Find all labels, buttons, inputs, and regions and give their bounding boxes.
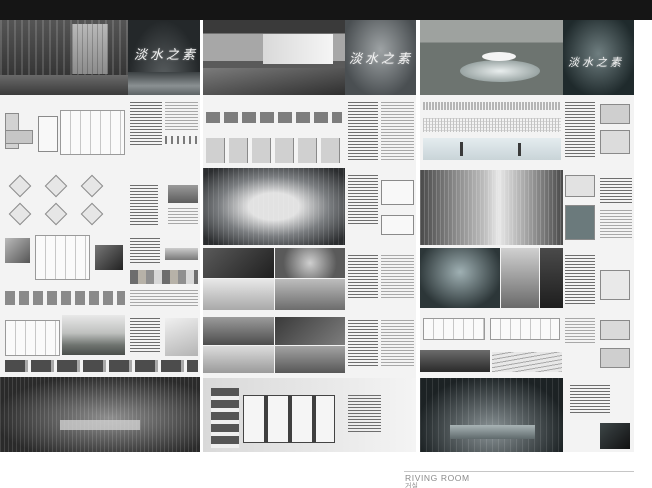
axonometric-sketch (8, 202, 32, 226)
text-block (130, 290, 198, 306)
diagram (565, 205, 595, 240)
section-drawing (490, 318, 560, 340)
text-block (130, 185, 158, 225)
sketch-row (206, 138, 342, 163)
figure-silhouette (518, 143, 521, 156)
render-view (501, 248, 539, 308)
logo-calligraphy: 淡水之素 (134, 48, 199, 63)
text-block (381, 255, 414, 300)
logo-calligraphy: 淡水之素 (349, 52, 414, 67)
small-photo (600, 423, 630, 449)
text-block (348, 102, 378, 160)
model-photo (95, 245, 123, 270)
render-water-strip (128, 72, 200, 95)
landscape-photo (165, 248, 198, 260)
render-stone (482, 52, 516, 61)
model-photo (5, 238, 30, 263)
plan-grid-drawing (60, 110, 125, 155)
render-view (275, 346, 345, 373)
render-window (72, 24, 108, 74)
logo-calligraphy: 淡水之素 (568, 56, 624, 69)
axonometric-sketch (44, 202, 68, 226)
render-courtyard (420, 378, 563, 452)
render-view (275, 248, 345, 278)
text-block (348, 395, 381, 433)
render-bamboo-corridor (420, 170, 563, 245)
text-block (565, 255, 595, 305)
render-interior-bamboo (0, 377, 200, 452)
figure-silhouette (460, 142, 463, 156)
sketch-strip (492, 352, 562, 372)
render-floor (203, 68, 345, 95)
text-block (600, 210, 632, 240)
text-block (130, 238, 160, 264)
panel-right: 淡水之素 (420, 20, 634, 452)
axonometric-sketch (80, 202, 104, 226)
text-block (165, 102, 198, 132)
material-swatches (130, 270, 198, 284)
axonometric-sketch (80, 174, 104, 198)
diagram (600, 348, 630, 368)
text-block (565, 318, 595, 343)
render-view (275, 279, 345, 310)
diagram (600, 104, 630, 124)
footer-divider (404, 471, 634, 472)
section-drawing (423, 318, 485, 340)
text-block (348, 175, 378, 225)
render-view (203, 248, 274, 278)
plan-drawing (5, 130, 33, 144)
panel-left: 淡水之素 (0, 20, 200, 452)
hatch-text-band (423, 102, 561, 110)
text-block (565, 102, 595, 157)
perspective-sketch (5, 320, 60, 356)
render-floor (0, 75, 128, 95)
model-icons-row (5, 291, 125, 305)
elevation-drawing (243, 395, 335, 443)
render-view (203, 346, 274, 373)
text-block (130, 318, 160, 352)
room-subtitle: 거실 (405, 482, 418, 488)
diagram (600, 270, 630, 300)
diagram (565, 175, 595, 197)
landscape-photo (62, 315, 125, 355)
elevation-drawing (211, 388, 239, 448)
text-block (570, 385, 610, 415)
text-block (600, 178, 632, 203)
render-view (203, 317, 274, 345)
hatch-text-band (423, 118, 561, 132)
render-pool (460, 60, 540, 82)
render-thumbnail-row (206, 112, 342, 123)
top-bar (0, 0, 652, 20)
axonometric-sketch (44, 174, 68, 198)
text-block (348, 320, 378, 368)
text-block (381, 320, 414, 368)
text-block (130, 102, 162, 147)
text-block (168, 208, 198, 226)
render-view (275, 317, 345, 345)
elevation-drawing (38, 116, 58, 152)
text-block (348, 255, 378, 300)
panel-middle: 淡水之素 (203, 20, 416, 452)
axonometric-sketch (8, 174, 32, 198)
render-pool (450, 425, 535, 439)
render-view (420, 248, 500, 308)
render-strip (420, 350, 490, 372)
render-window (263, 34, 333, 64)
diagram-icons-row (165, 136, 198, 144)
render-bench (60, 420, 140, 430)
render-view (540, 248, 563, 308)
figure-band (423, 138, 561, 160)
diagram (600, 320, 630, 340)
render-glass-pavilion (203, 168, 345, 245)
render-view (203, 279, 274, 310)
text-block (381, 102, 414, 160)
small-photo (168, 185, 198, 203)
presentation-board: 淡水之素 淡水之素 淡水之素 RIVING ROOM 거실 (0, 0, 652, 488)
diagram (381, 215, 414, 235)
small-photo (165, 318, 198, 356)
section-drawing (35, 235, 90, 280)
diagram (600, 130, 630, 154)
thumbnail-strip (5, 360, 198, 372)
diagram (381, 180, 414, 205)
